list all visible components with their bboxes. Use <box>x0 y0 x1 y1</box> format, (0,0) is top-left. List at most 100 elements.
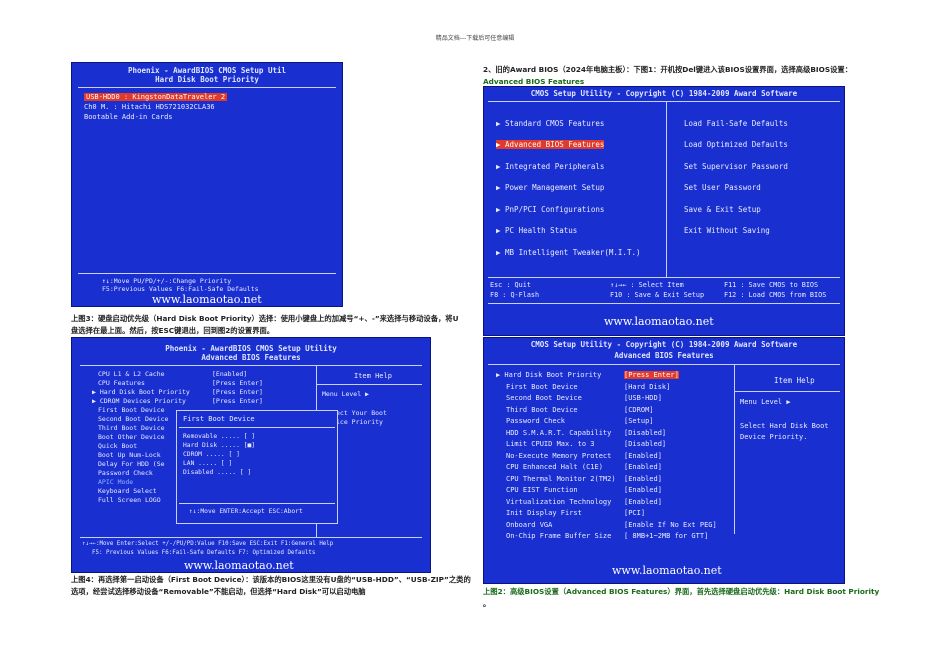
adv-item[interactable]: CPU EIST Function <box>506 486 578 494</box>
adv-value: [Enable If No Ext PEG] <box>624 521 717 529</box>
help-text: Select Hard Disk Boot <box>740 422 829 430</box>
shot-subtitle: Advanced BIOS Features <box>614 351 714 360</box>
adv-item[interactable]: On-Chip Frame Buffer Size <box>506 532 611 540</box>
menu-power-management[interactable]: ▶ Power Management Setup <box>496 183 604 192</box>
adv-item[interactable]: Second Boot Device <box>506 394 582 402</box>
adv-value: [Press Enter] <box>212 397 263 405</box>
boot-device-addin[interactable]: Bootable Add-in Cards <box>84 113 173 121</box>
adv-item[interactable]: CPU Features <box>98 379 145 387</box>
adv-value: [Enabled] <box>624 498 662 506</box>
caption-figure-4: 上图4：再选择第一启动设备（First Boot Device）：该版本的BIO… <box>71 575 471 596</box>
shot-footer-2: F5:Previous Values F6:Fail-Safe Defaults <box>102 285 259 293</box>
help-text: Device Priority. <box>740 433 808 441</box>
boot-device-hitachi[interactable]: Ch0 M. : Hitachi HDS721032CLA36 <box>84 103 215 111</box>
adv-item[interactable]: Password Check <box>506 417 565 425</box>
adv-item[interactable]: Limit CPUID Max. to 3 <box>506 440 595 448</box>
adv-value: [Enabled] <box>212 370 248 378</box>
shot-subtitle: Advanced BIOS Features <box>201 353 301 362</box>
bios-screenshot-advanced: CMOS Setup Utility - Copyright (C) 1984-… <box>483 337 845 584</box>
footer-esc: Esc : Quit <box>490 281 531 289</box>
footer-f12: F12 : Load CMOS from BIOS <box>724 291 827 299</box>
adv-item[interactable]: CPU Thermal Monitor 2(TM2) <box>506 475 616 483</box>
adv-item[interactable]: CPU L1 & L2 Cache <box>98 370 165 378</box>
adv-value: [Press Enter] <box>212 379 263 387</box>
bios-screenshot-main-menu: CMOS Setup Utility - Copyright (C) 1984-… <box>483 86 845 336</box>
adv-item[interactable]: First Boot Device <box>98 406 165 414</box>
adv-value: [Disabled] <box>624 429 667 437</box>
adv-item[interactable]: CPU Enhanced Halt (C1E) <box>506 463 603 471</box>
watermark: www.laomaotao.net <box>152 293 262 306</box>
popup-option-disabled[interactable]: Disabled ..... [ ] <box>183 469 251 476</box>
popup-option-removable[interactable]: Removable ..... [ ] <box>183 433 255 440</box>
adv-item[interactable]: HDD S.M.A.R.T. Capability <box>506 429 611 437</box>
adv-item[interactable]: No-Execute Memory Protect <box>506 452 611 460</box>
adv-value-selected[interactable]: [Press Enter] <box>624 371 679 379</box>
menu-load-optimized[interactable]: Load Optimized Defaults <box>684 140 788 149</box>
adv-item[interactable]: Password Check <box>98 469 153 477</box>
watermark: www.laomaotao.net <box>604 315 714 328</box>
adv-item[interactable]: Quick Boot <box>98 442 137 450</box>
adv-item[interactable]: Third Boot Device <box>506 406 578 414</box>
caption-figure-2: 上图2：高级BIOS设置（Advanced BIOS Features）界面，首… <box>483 586 893 610</box>
adv-value: [Setup] <box>624 417 654 425</box>
help-menu-level: Menu Level ▶ <box>322 390 369 398</box>
menu-save-exit[interactable]: Save & Exit Setup <box>684 205 761 214</box>
adv-value: [USB-HDD] <box>624 394 662 402</box>
adv-item[interactable]: ▶ CDROM Devices Priority <box>92 397 186 405</box>
adv-value: [Disabled] <box>624 440 667 448</box>
shot-title: Phoenix - AwardBIOS CMOS Setup Utility <box>165 344 337 353</box>
menu-user-password[interactable]: Set User Password <box>684 183 761 192</box>
watermark: www.laomaotao.net <box>612 564 722 577</box>
item-help-title: Item Help <box>774 376 815 385</box>
menu-exit-without-saving[interactable]: Exit Without Saving <box>684 226 770 235</box>
footer-f11: F11 : Save CMOS to BIOS <box>724 281 819 289</box>
menu-pc-health[interactable]: ▶ PC Health Status <box>496 226 577 235</box>
adv-value: [Hard Disk] <box>624 383 671 391</box>
adv-item[interactable]: Boot Other Device <box>98 433 165 441</box>
menu-pnp-pci[interactable]: ▶ PnP/PCI Configurations <box>496 205 604 214</box>
shot-subtitle: Hard Disk Boot Priority <box>155 75 259 84</box>
menu-advanced-bios[interactable]: ▶ Advanced BIOS Features <box>496 140 605 149</box>
adv-item[interactable]: Third Boot Device <box>98 424 165 432</box>
adv-value: [PCI] <box>624 509 646 517</box>
adv-item[interactable]: Virtualization Technology <box>506 498 611 506</box>
menu-integrated-peripherals[interactable]: ▶ Integrated Peripherals <box>496 162 604 171</box>
intro-line: 2、旧的Award BIOS（2024年电脑主板）：下图1：开机按Del键进入该… <box>483 65 852 74</box>
bios-screenshot-hdd-priority: Phoenix - AwardBIOS CMOS Setup Util Hard… <box>71 62 343 307</box>
shot-title: Phoenix - AwardBIOS CMOS Setup Util <box>127 66 287 75</box>
page-header: 精品文档---下载后可任意编辑 <box>435 35 515 42</box>
boot-device-usb[interactable]: USB-HDD0 : KingstonDataTraveler 2 <box>84 93 228 101</box>
adv-item[interactable]: Full Screen LOGO <box>98 496 161 504</box>
adv-item[interactable]: APIC Mode <box>98 478 133 486</box>
watermark: www.laomaotao.net <box>184 559 294 572</box>
adv-item[interactable]: Second Boot Device <box>98 415 168 423</box>
adv-item[interactable]: Init Display First <box>506 509 582 517</box>
adv-item[interactable]: First Boot Device <box>506 383 578 391</box>
popup-footer: ↑↓:Move ENTER:Accept ESC:Abort <box>189 508 303 515</box>
adv-value: [Enabled] <box>624 486 662 494</box>
adv-item[interactable]: ▶ Hard Disk Boot Priority <box>496 371 601 379</box>
adv-value: [Enabled] <box>624 475 662 483</box>
popup-title: First Boot Device <box>183 415 255 423</box>
menu-mb-tweaker[interactable]: ▶ MB Intelligent Tweaker(M.I.T.) <box>496 248 641 257</box>
menu-standard-cmos[interactable]: ▶ Standard CMOS Features <box>496 119 604 128</box>
caption-figure-3: 上图3：硬盘启动优先级（Hard Disk Boot Priority）选择：使… <box>71 314 459 335</box>
caption-figure-2-end: 。 <box>483 599 491 608</box>
help-menu-level: Menu Level ▶ <box>740 398 791 406</box>
popup-option-harddisk[interactable]: Hard Disk ..... [■] <box>183 442 255 449</box>
adv-value: [Press Enter] <box>212 388 263 396</box>
adv-value: [Enabled] <box>624 463 662 471</box>
adv-value: [CDROM] <box>624 406 654 414</box>
footer-f10: F10 : Save & Exit Setup <box>610 291 705 299</box>
adv-item[interactable]: Delay For HDD (Se <box>98 460 165 468</box>
adv-item[interactable]: Boot Up Num-Lock <box>98 451 161 459</box>
item-help-title: Item Help <box>354 372 392 380</box>
adv-item[interactable]: ▶ Hard Disk Boot Priority <box>92 388 190 396</box>
shot-title: CMOS Setup Utility - Copyright (C) 1984-… <box>530 89 798 98</box>
popup-option-lan[interactable]: LAN ..... [ ] <box>183 460 232 467</box>
menu-load-failsafe[interactable]: Load Fail-Safe Defaults <box>684 119 788 128</box>
adv-item[interactable]: Keyboard Select <box>98 487 157 495</box>
adv-item[interactable]: Onboard VGA <box>506 521 552 529</box>
popup-option-cdrom[interactable]: CDROM ..... [ ] <box>183 451 240 458</box>
menu-supervisor-password[interactable]: Set Supervisor Password <box>684 162 788 171</box>
